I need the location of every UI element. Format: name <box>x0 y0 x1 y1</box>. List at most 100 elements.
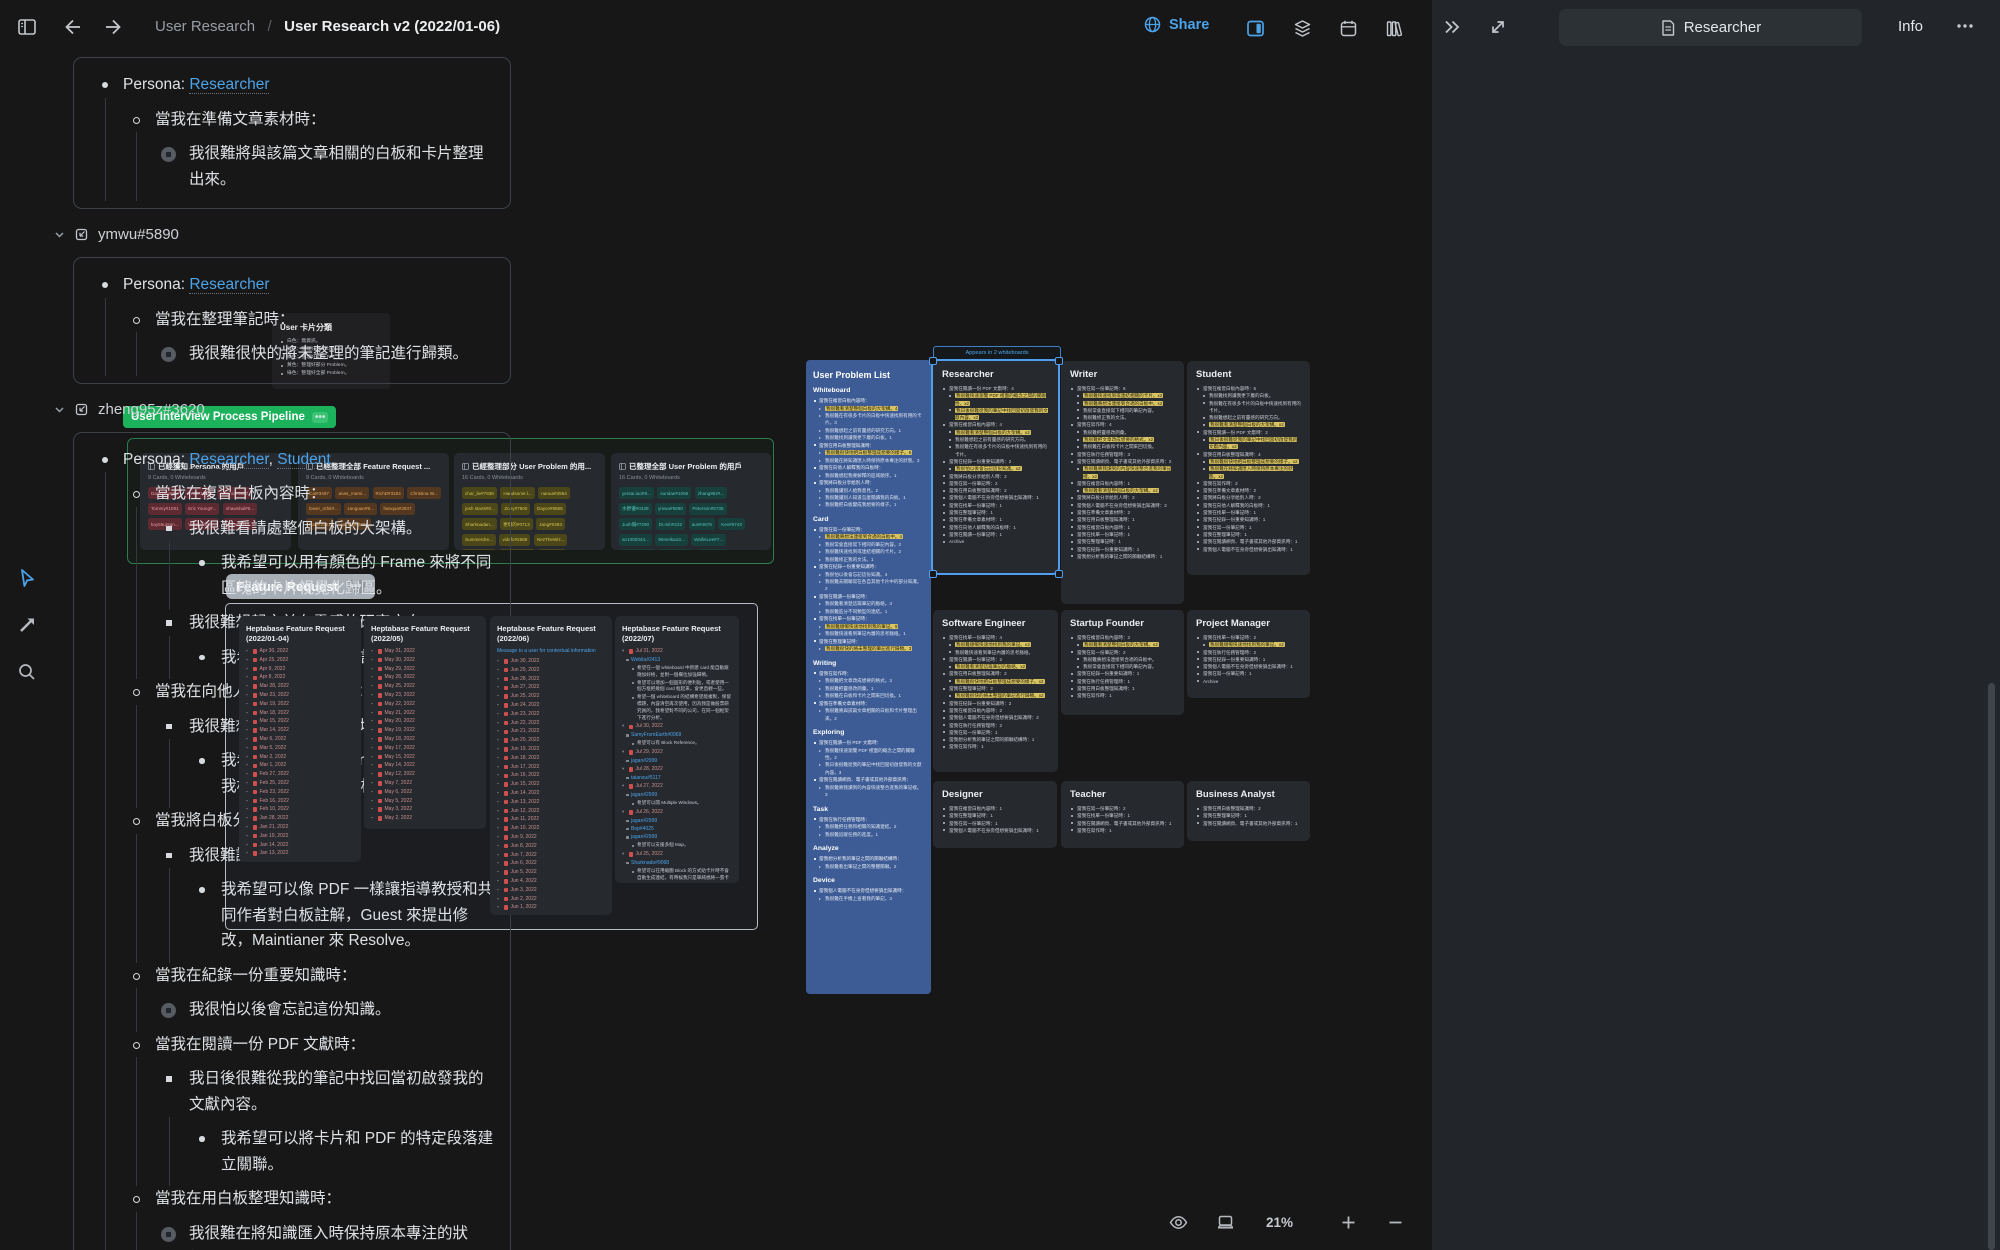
feature-request-date-item[interactable]: ▪May 18, 2022 <box>371 735 479 744</box>
feature-request-date-item[interactable]: ▪May 12, 2022 <box>371 770 479 779</box>
feature-request-date-item[interactable]: ▪Mar 5, 2022 <box>246 744 354 753</box>
feature-request-date-item[interactable]: ▪May 19, 2022 <box>371 726 479 735</box>
feature-request-date-item[interactable]: ▪Jan 21, 2022 <box>246 823 354 832</box>
feature-request-date-item[interactable]: ▪May 14, 2022 <box>371 761 479 770</box>
feature-request-user-link[interactable]: jagan#2999 <box>622 817 732 825</box>
note-block[interactable]: Persona: Researcher當我在準備文章素材時：我很難將與該篇文章相… <box>73 57 511 209</box>
chevron-down-icon[interactable] <box>54 404 65 415</box>
feature-request-date-item[interactable]: ▾Jul 29, 2022 <box>622 748 732 757</box>
feature-request-date-item[interactable]: ▪Jun 28, 2022 <box>497 675 605 684</box>
feature-request-date-item[interactable]: ▪Jun 3, 2022 <box>497 886 605 895</box>
selection-handle[interactable] <box>1055 570 1063 578</box>
expand-card-button[interactable] <box>1485 14 1511 40</box>
feature-request-date-item[interactable]: ▪Mar 14, 2022 <box>246 726 354 735</box>
collapse-panel-button[interactable] <box>1439 14 1465 40</box>
user-tag[interactable]: an1050044... <box>619 534 652 546</box>
feature-request-card[interactable]: Heptabase Feature Request (2022/05)▪May … <box>364 616 486 829</box>
feature-request-date-item[interactable]: ▪Feb 27, 2022 <box>246 770 354 779</box>
feature-request-date-item[interactable]: ▪Jun 2, 2022 <box>497 895 605 904</box>
feature-request-date-item[interactable]: ▪May 7, 2022 <box>371 779 479 788</box>
nav-forward-button[interactable] <box>100 14 126 40</box>
feature-request-date-item[interactable]: ▪Jan 28, 2022 <box>246 814 354 823</box>
info-button[interactable]: Info <box>1898 18 1923 36</box>
feature-request-date-item[interactable]: ▪May 15, 2022 <box>371 753 479 762</box>
feature-request-date-item[interactable]: ▪Feb 25, 2022 <box>246 779 354 788</box>
user-tag[interactable]: ymwu#5890 <box>655 503 686 515</box>
sidebar-toggle-button[interactable] <box>14 14 40 40</box>
persona-card-teacher[interactable]: Teacher當我在寫一份筆記時：2當我在找單一份筆記時：1當我在閱讀網頁、電子… <box>1061 781 1184 848</box>
journal-library-button[interactable] <box>1381 15 1407 41</box>
persona-card-startup-founder[interactable]: Startup Founder當我在複習白板內容時：2我很難看清楚整個白板的大架… <box>1061 610 1184 715</box>
feature-request-card[interactable]: Heptabase Feature Request (2022/07)▾Jul … <box>615 616 739 883</box>
feature-request-date-item[interactable]: ▪Apr 9, 2022 <box>246 665 354 674</box>
feature-request-date-item[interactable]: ▪Jun 22, 2022 <box>497 719 605 728</box>
feature-request-date-item[interactable]: ▪May 21, 2022 <box>371 709 479 718</box>
feature-request-date-item[interactable]: ▪Jun 18, 2022 <box>497 754 605 763</box>
feature-request-user-link[interactable]: Sharknado#9068 <box>622 859 732 867</box>
feature-request-date-item[interactable]: ▪Jun 13, 2022 <box>497 798 605 807</box>
feature-request-date-item[interactable]: ▪Mar 23, 2022 <box>246 691 354 700</box>
right-panel-toggle-button[interactable] <box>1242 15 1268 41</box>
user-tag[interactable]: zhang95z#... <box>695 487 727 499</box>
inline-tag-link[interactable]: Researcher <box>189 451 268 469</box>
feature-request-date-item[interactable]: ▪Jun 24, 2022 <box>497 701 605 710</box>
feature-request-date-item[interactable]: ▪May 6, 2022 <box>371 788 479 797</box>
user-tag[interactable]: NAVER#809... <box>619 549 655 550</box>
feature-request-date-item[interactable]: ▪Jun 14, 2022 <box>497 789 605 798</box>
feature-request-date-item[interactable]: ▪Jan 14, 2022 <box>246 841 354 850</box>
persona-card-writer[interactable]: Writer當我在寫一份筆記時：6我很難快速找到或連結相關的卡片。x2我很難將想… <box>1061 361 1184 604</box>
feature-request-date-item[interactable]: ▾Jul 26, 2022 <box>622 808 732 817</box>
persona-card-designer[interactable]: Designer當我在複習白板內容時：1當我在整理筆記時：1當我在寫一份筆記時：… <box>933 781 1057 848</box>
selection-handle[interactable] <box>929 570 937 578</box>
feature-request-card[interactable]: Heptabase Feature Request (2022/06)Messa… <box>490 616 612 915</box>
user-tag[interactable]: Jush陽#7290 <box>619 518 652 530</box>
feature-request-date-item[interactable]: ▪May 17, 2022 <box>371 744 479 753</box>
feature-request-date-item[interactable]: ▪May 25, 2022 <box>371 682 479 691</box>
panel-more-button[interactable] <box>1952 13 1978 39</box>
feature-request-date-item[interactable]: ▪May 2, 2022 <box>371 814 479 823</box>
persona-card-researcher[interactable]: Researcher當我在閱讀一份 PDF 文獻時：4我很難快速瀏覽 PDF 裡… <box>933 361 1058 573</box>
feature-request-date-item[interactable]: ▪Feb 23, 2022 <box>246 788 354 797</box>
user-tag[interactable]: Schnack#96... <box>658 549 693 550</box>
feature-request-date-item[interactable]: ▪Apr 30, 2022 <box>246 647 354 656</box>
calendar-button[interactable] <box>1335 15 1361 41</box>
feature-request-date-item[interactable]: ▾Jul 31, 2022 <box>622 647 732 656</box>
feature-request-date-item[interactable]: ▪May 3, 2022 <box>371 805 479 814</box>
hide-ui-button[interactable] <box>1165 1209 1191 1235</box>
panel-scrollbar[interactable] <box>1988 683 1995 1250</box>
feature-request-date-item[interactable]: ▪Jun 4, 2022 <box>497 877 605 886</box>
feature-request-date-item[interactable]: ▪Mar 2, 2022 <box>246 753 354 762</box>
user-tag[interactable]: 90meikao3... <box>655 534 687 546</box>
feature-request-date-item[interactable]: ▪Jun 11, 2022 <box>497 815 605 824</box>
feature-request-date-item[interactable]: ▪Jun 25, 2022 <box>497 692 605 701</box>
user-tag[interactable]: Tim Hao C... <box>697 549 729 550</box>
user-problem-list-card[interactable]: User Problem List Whiteboard當我在複習白板內容時：我… <box>806 360 931 994</box>
user-tag[interactable]: WallinLee#7... <box>691 534 726 546</box>
card-library-button[interactable] <box>1289 15 1315 41</box>
note-block[interactable]: Persona: Researcher當我在整理筆記時：我很難很快的將未整理的筆… <box>73 257 511 384</box>
feature-request-date-item[interactable]: ▪Jan 19, 2022 <box>246 832 354 841</box>
feature-request-date-item[interactable]: ▪Jun 19, 2022 <box>497 745 605 754</box>
feature-request-date-item[interactable]: ▪Jun 6, 2022 <box>497 859 605 868</box>
feature-request-date-item[interactable]: ▪Jan 13, 2022 <box>246 849 354 858</box>
feature-request-date-item[interactable]: ▪Jun 16, 2022 <box>497 771 605 780</box>
selection-handle[interactable] <box>1055 357 1063 365</box>
feature-request-date-item[interactable]: ▪Jun 8, 2022 <box>497 842 605 851</box>
backlink-section-header[interactable]: zheng95z#3620 <box>54 401 568 418</box>
user-tag[interactable]: aus#4679 <box>689 518 715 530</box>
feature-request-user-link[interactable]: jagan#2999 <box>622 833 732 841</box>
persona-card-student[interactable]: Student當我在複習白板內容時：5我很難找到讓我更下層的白板。我很難在有很多… <box>1187 361 1310 575</box>
zoom-out-button[interactable] <box>1382 1209 1408 1235</box>
feature-request-date-item[interactable]: ▪Feb 16, 2022 <box>246 797 354 806</box>
feature-request-date-item[interactable]: ▪Jun 1, 2022 <box>497 903 605 912</box>
zoom-in-button[interactable] <box>1335 1209 1361 1235</box>
feature-request-user-link[interactable]: taiansu#5117 <box>622 774 732 782</box>
feature-request-date-item[interactable]: ▪May 31, 2022 <box>371 647 479 656</box>
feature-request-date-item[interactable]: ▪May 20, 2022 <box>371 717 479 726</box>
zoom-level[interactable]: 21% <box>1266 1214 1293 1232</box>
feature-request-date-item[interactable]: ▪May 22, 2022 <box>371 700 479 709</box>
persona-card-business-analyst[interactable]: Business Analyst當我在用白板整理知識時：2當我在整理筆記時：1當… <box>1187 781 1310 841</box>
feature-request-date-item[interactable]: ▪Jun 21, 2022 <box>497 727 605 736</box>
feature-request-date-item[interactable]: ▪May 29, 2022 <box>371 665 479 674</box>
inline-tag-link[interactable]: Researcher <box>189 76 269 94</box>
